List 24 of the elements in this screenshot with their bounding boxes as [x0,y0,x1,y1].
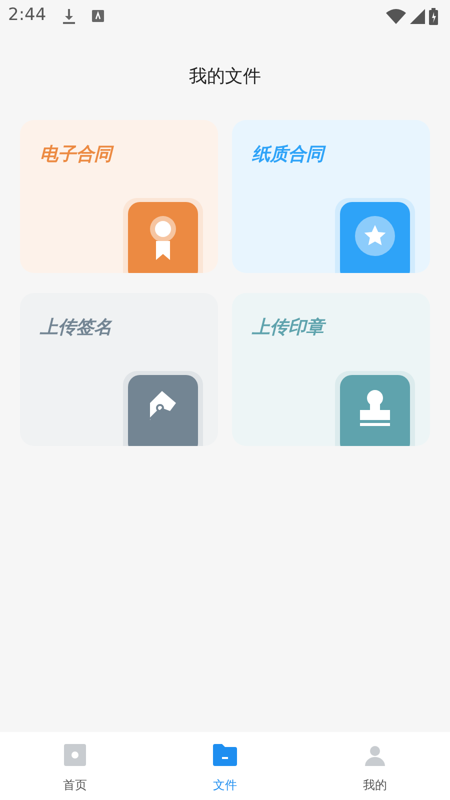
file-category-card[interactable]: 上传印章 [232,293,430,446]
person-icon [364,744,386,766]
card-title: 电子合同 [40,144,112,166]
tab[interactable]: 文件 [150,732,300,800]
folder-icon [213,744,237,766]
status-time: 2:44 [8,4,46,28]
file-category-card[interactable]: 纸质合同 [232,120,430,273]
card-title: 纸质合同 [252,144,324,166]
stamp-icon [358,389,392,429]
keyboard-icon [92,10,104,22]
star-badge-icon [355,216,395,256]
card-title: 上传签名 [40,317,112,339]
award-icon [148,216,178,260]
battery-icon [429,8,438,24]
pen-icon [148,389,178,421]
file-category-card[interactable]: 电子合同 [20,120,218,273]
signal-icon [410,8,425,24]
card-title: 上传印章 [252,317,324,339]
tab[interactable]: 首页 [0,732,150,800]
file-category-card[interactable]: 上传签名 [20,293,218,446]
page-title: 我的文件 [188,66,262,89]
download-icon [62,8,76,24]
tab[interactable]: 我的 [300,732,450,800]
wifi-icon [386,8,406,24]
